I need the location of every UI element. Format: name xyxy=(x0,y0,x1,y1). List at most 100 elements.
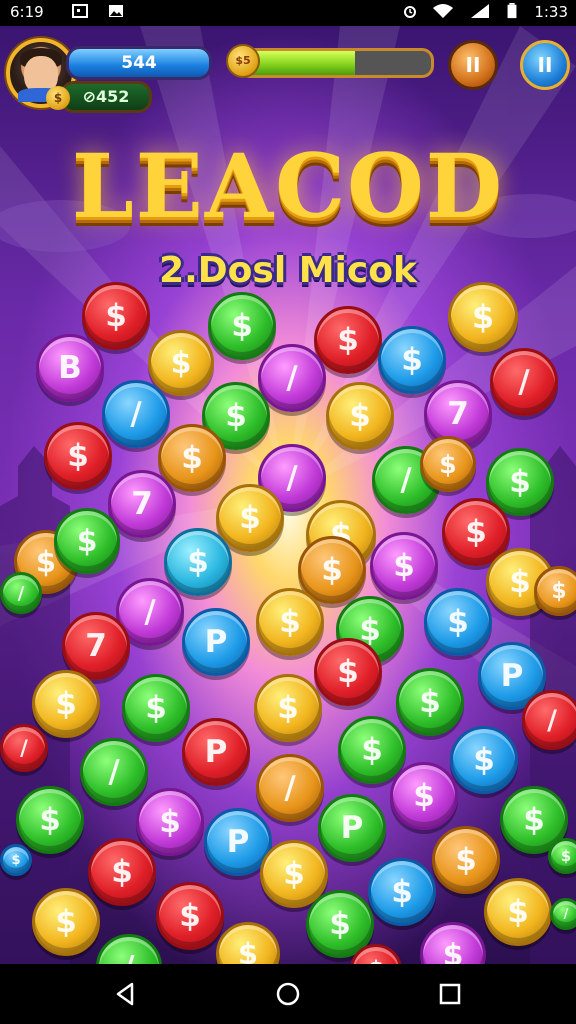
coin-glyph: $ xyxy=(551,578,567,604)
coin-glyph: P xyxy=(226,824,250,860)
coin-gold[interactable]: $ xyxy=(254,674,322,742)
coin-green[interactable]: $ xyxy=(16,786,84,854)
coin-green[interactable]: $ xyxy=(548,838,576,874)
coin-glyph: $ xyxy=(329,906,351,942)
coin-blue[interactable]: / xyxy=(102,380,170,448)
coin-green[interactable]: / xyxy=(0,572,42,614)
coin-glyph: $ xyxy=(471,298,495,336)
game-stage[interactable]: LEACOD 2.Dosl Micok $ $ $ $ B $ / $ / / $ $7 $ $ / / $ $7… xyxy=(0,26,576,964)
coin-glyph: $ xyxy=(55,904,77,940)
status-bar: 6:19 1:33 xyxy=(0,0,576,26)
coin-glyph: $ xyxy=(237,937,259,964)
menu-button[interactable]: II xyxy=(520,40,570,90)
coin-glyph: / xyxy=(518,364,530,400)
coin-gold[interactable]: $ xyxy=(326,382,394,450)
coin-green[interactable]: P xyxy=(318,794,386,862)
coin-glyph: $ xyxy=(225,398,247,434)
coin-blue[interactable]: P xyxy=(182,608,250,676)
coin-gold[interactable]: $ xyxy=(216,484,284,552)
coin-glyph: B xyxy=(58,350,82,386)
back-icon[interactable] xyxy=(112,980,140,1008)
coin-glyph: / xyxy=(286,460,298,496)
coin-red[interactable]: / xyxy=(490,348,558,416)
pause-button[interactable]: II xyxy=(448,40,498,90)
coin-glyph: $ xyxy=(413,778,435,814)
coin-glyph: 7 xyxy=(85,628,107,664)
coin-glyph: $ xyxy=(361,732,383,768)
coin-glyph: $ xyxy=(442,937,464,965)
coin-orange[interactable]: / xyxy=(256,754,324,822)
status-clock: 1:33 xyxy=(534,3,568,21)
score-counter: 544 xyxy=(66,46,212,80)
coin-glyph: $ xyxy=(35,545,57,579)
coin-gold[interactable]: $ xyxy=(32,670,100,738)
coin-red[interactable]: / xyxy=(0,724,48,772)
coin-purple[interactable]: B xyxy=(36,334,104,402)
coin-glyph: $ xyxy=(439,449,457,479)
coin-glyph: / xyxy=(130,396,142,432)
image-icon xyxy=(109,5,123,17)
coin-gold[interactable]: $ xyxy=(484,878,552,946)
coin-blue[interactable]: $ xyxy=(0,844,32,876)
coin-green[interactable]: $ xyxy=(208,292,276,360)
coin-counter-value: 452 xyxy=(96,87,130,106)
coin-glyph: $ xyxy=(181,440,203,476)
coin-glyph: $ xyxy=(419,684,441,720)
coin-glyph: $ xyxy=(179,898,201,934)
coin-glyph: P xyxy=(204,624,228,660)
coin-cyan[interactable]: $ xyxy=(164,528,232,596)
coin-green[interactable]: $ xyxy=(54,508,120,574)
coin-orange[interactable]: $ xyxy=(420,436,476,492)
coin-green[interactable]: / xyxy=(550,898,576,930)
coin-gold[interactable]: $ xyxy=(32,888,100,956)
coin-blue[interactable]: $ xyxy=(368,858,436,926)
coin-glyph: / xyxy=(547,704,557,736)
coin-red[interactable]: $ xyxy=(82,282,150,350)
coin-glyph: / xyxy=(284,770,296,806)
coin-glyph: $ xyxy=(337,654,359,690)
coin-glyph: $ xyxy=(465,514,487,550)
coin-orange[interactable]: $ xyxy=(432,826,500,894)
coin-red[interactable]: $ xyxy=(314,638,382,706)
coin-gold[interactable]: $ xyxy=(148,330,214,396)
wifi-icon xyxy=(433,4,453,18)
coin-glyph: $ xyxy=(393,548,415,584)
coin-red[interactable]: $ xyxy=(156,882,224,950)
coin-green[interactable]: $ xyxy=(396,668,464,736)
coin-blue[interactable]: $ xyxy=(378,326,446,394)
coin-blue[interactable]: $ xyxy=(424,588,492,656)
coin-red[interactable]: $ xyxy=(314,306,382,374)
coin-purple[interactable]: $ xyxy=(390,762,458,830)
coin-glyph: $ xyxy=(337,322,359,358)
coin-green[interactable]: $ xyxy=(338,716,406,784)
coin-glyph: $ xyxy=(283,856,305,892)
game-logo: LEACOD xyxy=(71,134,505,238)
coin-gold[interactable]: $ xyxy=(448,282,518,352)
coin-purple[interactable]: / xyxy=(258,344,326,412)
coin-glyph: / xyxy=(124,950,135,965)
navigation-bar xyxy=(0,964,576,1024)
coin-purple[interactable]: $ xyxy=(136,788,204,856)
coin-red[interactable]: P xyxy=(182,718,250,786)
coin-glyph: $ xyxy=(145,690,167,726)
coin-glyph: P xyxy=(340,810,364,846)
coin-purple[interactable]: 7 xyxy=(108,470,176,538)
coin-red[interactable]: / xyxy=(522,690,576,750)
coin-green[interactable]: / xyxy=(80,738,148,806)
coin-glyph: $ xyxy=(321,552,343,588)
recents-icon[interactable] xyxy=(436,980,464,1008)
alarm-icon xyxy=(404,6,416,18)
coin-glyph: 7 xyxy=(447,396,469,432)
coin-glyph: $ xyxy=(159,804,181,840)
coin-red[interactable]: $ xyxy=(88,838,156,906)
coin-purple[interactable]: $ xyxy=(370,532,438,600)
coin-gold[interactable]: $ xyxy=(256,588,324,656)
coin-glyph: $ xyxy=(11,852,21,868)
home-icon[interactable] xyxy=(274,980,302,1008)
coin-glyph: $ xyxy=(231,308,253,344)
coin-red[interactable]: $ xyxy=(44,422,112,490)
coin-green[interactable]: $ xyxy=(122,674,190,742)
coin-orange[interactable]: $ xyxy=(534,566,576,616)
coin-blue[interactable]: $ xyxy=(450,726,518,794)
coin-glyph: $ xyxy=(509,464,531,500)
